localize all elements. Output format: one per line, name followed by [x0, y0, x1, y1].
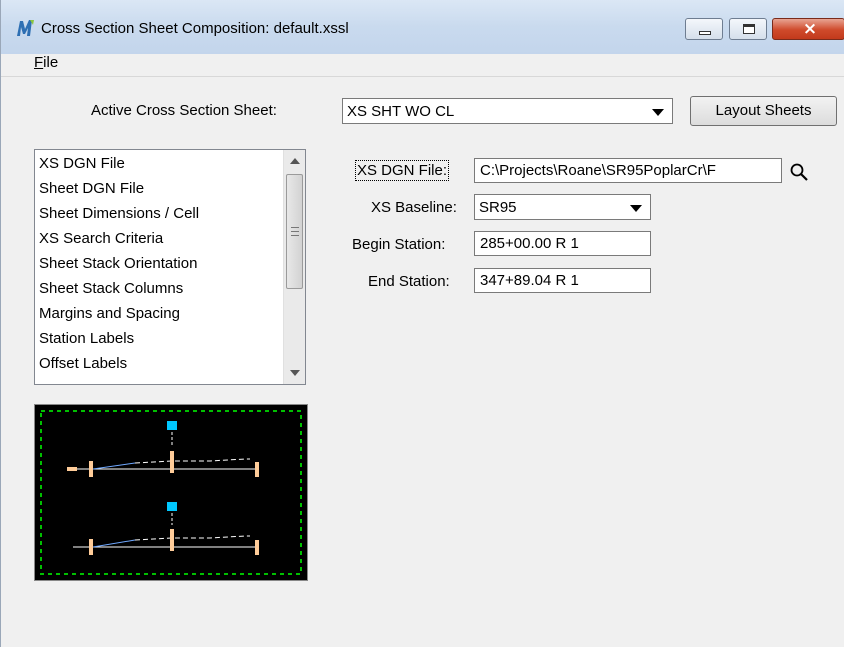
scroll-up-icon[interactable]: [290, 158, 300, 164]
minimize-icon: [699, 31, 711, 35]
xs-dgn-file-field[interactable]: C:\Projects\Roane\SR95PoplarCr\F: [474, 158, 782, 183]
section-block: [89, 539, 93, 555]
category-list-scrollbar[interactable]: [283, 150, 305, 384]
list-item[interactable]: Sheet DGN File: [39, 180, 199, 205]
microstation-m-icon: [17, 20, 34, 36]
sheet-preview: [34, 404, 308, 581]
dialog-content: Active Cross Section Sheet: XS SHT WO CL…: [1, 76, 844, 647]
section-block: [170, 529, 174, 551]
menu-file[interactable]: File: [34, 54, 58, 71]
begin-station-field[interactable]: 285+00.00 R 1: [474, 231, 651, 256]
minimize-button[interactable]: [685, 18, 723, 40]
ground-line-top: [92, 462, 136, 470]
active-sheet-dropdown[interactable]: XS SHT WO CL: [342, 98, 673, 124]
sheet-preview-drawing: [40, 410, 302, 575]
elevation-label: [67, 467, 77, 471]
template-line-bottom: [134, 535, 250, 541]
xs-dgn-file-label: XS DGN File:: [354, 160, 450, 181]
menu-bar: File: [1, 54, 844, 76]
list-item[interactable]: Offset Labels: [39, 355, 199, 380]
end-station-label: End Station:: [368, 273, 450, 290]
list-item[interactable]: Margins and Spacing: [39, 305, 199, 330]
list-item[interactable]: Station Labels: [39, 330, 199, 355]
ground-line-bottom: [92, 539, 136, 548]
window-title: Cross Section Sheet Composition: default…: [41, 20, 349, 37]
title-bar[interactable]: Cross Section Sheet Composition: default…: [1, 0, 844, 54]
list-item[interactable]: XS Search Criteria: [39, 230, 199, 255]
list-item[interactable]: Sheet Stack Columns: [39, 280, 199, 305]
active-sheet-label: Active Cross Section Sheet:: [91, 102, 277, 119]
section-block: [255, 462, 259, 477]
list-item[interactable]: Sheet Stack Orientation: [39, 255, 199, 280]
dialog-window: Cross Section Sheet Composition: default…: [0, 0, 844, 647]
cell-label-bottom: [167, 502, 177, 511]
xs-dgn-file-value: C:\Projects\Roane\SR95PoplarCr\F: [480, 162, 716, 179]
scroll-down-icon[interactable]: [290, 370, 300, 376]
template-line-top: [134, 458, 250, 464]
end-station-field[interactable]: 347+89.04 R 1: [474, 268, 651, 293]
maximize-button[interactable]: [729, 18, 767, 40]
category-list-items: XS DGN File Sheet DGN File Sheet Dimension…: [39, 155, 199, 380]
begin-station-value: 285+00.00 R 1: [480, 235, 579, 252]
chevron-down-icon: [652, 109, 664, 116]
active-sheet-value: XS SHT WO CL: [347, 103, 455, 120]
scroll-thumb[interactable]: [286, 174, 303, 289]
scroll-grip-icon: [291, 227, 299, 236]
list-item[interactable]: Sheet Dimensions / Cell: [39, 205, 199, 230]
section-block: [255, 540, 259, 555]
section-block: [89, 461, 93, 477]
xs-baseline-label: XS Baseline:: [371, 199, 457, 216]
menu-file-mnemonic: F: [34, 54, 44, 71]
section-block: [170, 451, 174, 473]
maximize-icon: [743, 24, 755, 34]
layout-sheets-button[interactable]: Layout Sheets: [690, 96, 837, 126]
end-station-value: 347+89.04 R 1: [480, 272, 579, 289]
begin-station-label: Begin Station:: [352, 236, 446, 253]
category-list[interactable]: XS DGN File Sheet DGN File Sheet Dimension…: [34, 149, 306, 385]
cell-label-top: [167, 421, 177, 430]
close-icon: ×: [802, 19, 818, 39]
search-icon[interactable]: [789, 162, 809, 182]
menu-file-label: ile: [43, 54, 59, 71]
close-button[interactable]: ×: [772, 18, 844, 40]
list-item[interactable]: XS DGN File: [39, 155, 199, 180]
xs-baseline-dropdown[interactable]: SR95: [474, 194, 651, 220]
chevron-down-icon: [630, 205, 642, 212]
xs-baseline-value: SR95: [479, 199, 517, 216]
